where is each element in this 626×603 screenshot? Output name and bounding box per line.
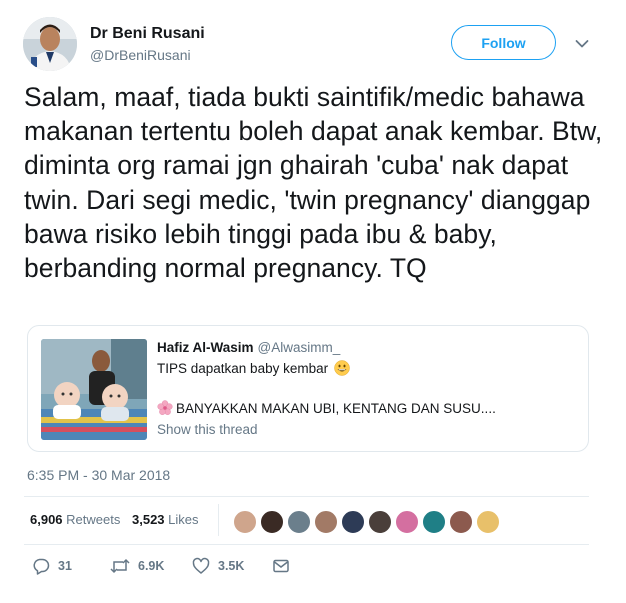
author-name[interactable]: Dr Beni Rusani <box>90 25 205 43</box>
divider <box>24 496 589 497</box>
envelope-icon <box>272 557 298 575</box>
grinning-emoji-icon <box>334 360 350 379</box>
liker-avatar[interactable] <box>340 509 366 535</box>
quoted-text-line1: TIPS dapatkan baby kembar <box>157 360 350 379</box>
author-avatar[interactable] <box>23 17 77 71</box>
liker-avatar[interactable] <box>286 509 312 535</box>
show-thread-link[interactable]: Show this thread <box>157 422 258 437</box>
follow-button[interactable]: Follow <box>451 25 556 60</box>
quoted-tweet-image[interactable] <box>41 339 147 440</box>
author-handle[interactable]: @DrBeniRusani <box>90 47 191 63</box>
retweets-label: Retweets <box>66 512 121 527</box>
retweet-count: 6.9K <box>138 559 165 573</box>
likes-label: Likes <box>168 512 199 527</box>
retweet-button[interactable]: 6.9K <box>110 557 164 575</box>
direct-message-button[interactable] <box>272 557 298 575</box>
likes-stat[interactable]: 3,523 Likes <box>132 512 199 527</box>
tweet-text: Salam, maaf, tiada bukti saintifik/medic… <box>24 82 603 284</box>
retweets-stat[interactable]: 6,906 Retweets <box>30 512 124 527</box>
liker-avatar[interactable] <box>259 509 285 535</box>
stats-divider <box>218 504 219 536</box>
like-button[interactable]: 3.5K <box>192 557 244 575</box>
tweet-timestamp[interactable]: 6:35 PM - 30 Mar 2018 <box>27 467 170 483</box>
reply-count: 31 <box>58 559 72 573</box>
quoted-author-name: Hafiz Al-Wasim <box>157 340 254 355</box>
liker-avatar[interactable] <box>232 509 258 535</box>
quoted-text-line2: BANYAKKAN MAKAN UBI, KENTANG DAN SUSU...… <box>157 400 496 419</box>
liker-avatar[interactable] <box>313 509 339 535</box>
retweets-count: 6,906 <box>30 512 63 527</box>
like-count: 3.5K <box>218 559 245 573</box>
reply-icon <box>32 557 58 575</box>
likes-count: 3,523 <box>132 512 165 527</box>
tweet-stats: 6,906 Retweets 3,523 Likes <box>30 512 199 527</box>
cherry-blossom-icon <box>157 400 173 419</box>
chevron-down-icon[interactable] <box>575 36 589 48</box>
quoted-tweet[interactable]: Hafiz Al-Wasim @Alwasimm_ TIPS dapatkan b… <box>27 325 589 452</box>
quoted-author-handle: @Alwasimm_ <box>257 340 341 355</box>
quoted-author[interactable]: Hafiz Al-Wasim @Alwasimm_ <box>157 340 340 355</box>
liker-avatar[interactable] <box>448 509 474 535</box>
liker-avatar[interactable] <box>421 509 447 535</box>
liker-avatar[interactable] <box>394 509 420 535</box>
liker-avatar[interactable] <box>367 509 393 535</box>
retweet-icon <box>110 557 138 575</box>
reply-button[interactable]: 31 <box>32 557 72 575</box>
liker-avatar[interactable] <box>475 509 501 535</box>
divider <box>24 544 589 545</box>
heart-icon <box>192 557 218 575</box>
